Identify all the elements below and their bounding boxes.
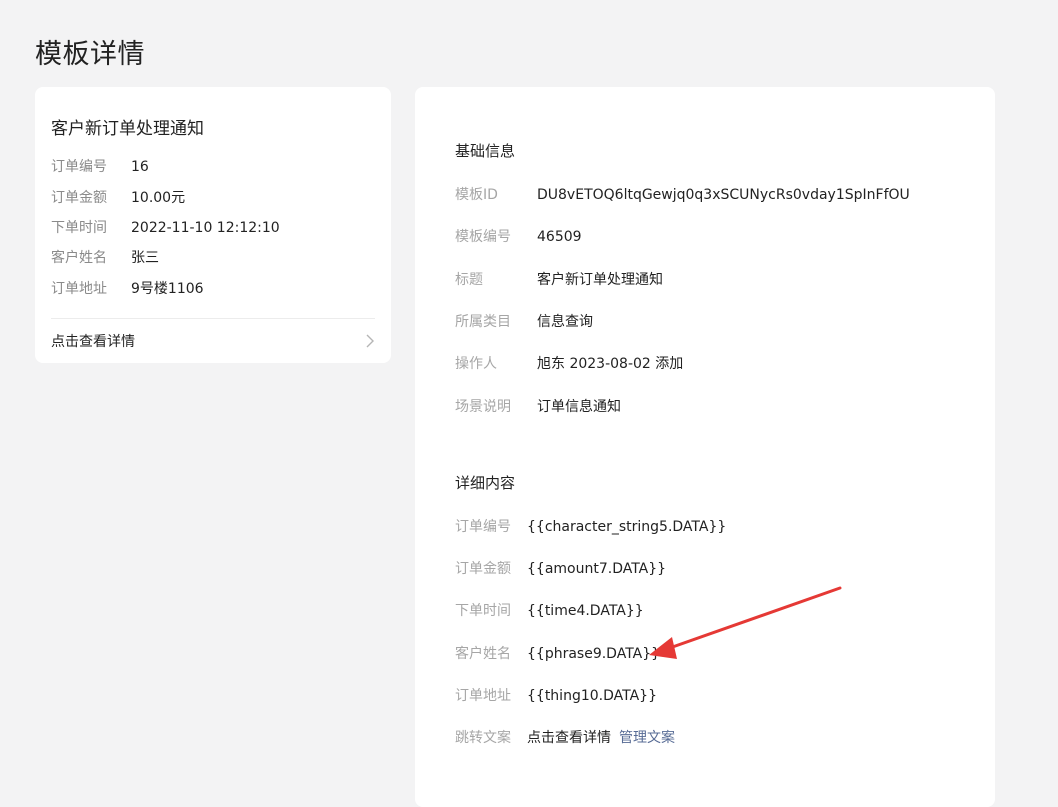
content-label: 订单地址 — [455, 688, 511, 704]
info-value: 客户新订单处理通知 — [537, 272, 663, 288]
preview-row-value: 2022-11-10 12:12:10 — [131, 220, 280, 236]
preview-row: 客户姓名 张三 — [51, 247, 159, 267]
info-row-template-number: 模板编号 46509 — [455, 226, 582, 246]
content-label: 订单编号 — [455, 519, 511, 535]
info-label: 标题 — [455, 272, 483, 288]
info-value: 订单信息通知 — [537, 399, 621, 415]
content-value: 点击查看详情 — [527, 730, 611, 746]
content-row: 订单金额 {{amount7.DATA}} — [455, 558, 666, 578]
info-row-scenario: 场景说明 订单信息通知 — [455, 396, 621, 416]
preview-row: 订单编号 16 — [51, 156, 149, 176]
content-value: {{thing10.DATA}} — [527, 688, 657, 704]
info-value: 46509 — [537, 229, 582, 245]
content-row: 客户姓名 {{phrase9.DATA}} — [455, 643, 660, 663]
preview-row-label: 客户姓名 — [51, 250, 107, 266]
preview-divider — [51, 318, 375, 319]
detail-content-heading: 详细内容 — [455, 474, 516, 492]
preview-row-label: 订单地址 — [51, 281, 107, 297]
message-preview-card: 客户新订单处理通知 订单编号 16 订单金额 10.00元 下单时间 2022-11-… — [35, 87, 391, 363]
info-label: 模板编号 — [455, 229, 511, 245]
content-label: 订单金额 — [455, 561, 511, 577]
basic-info-heading: 基础信息 — [455, 142, 516, 160]
info-value: 信息查询 — [537, 314, 593, 330]
preview-row: 下单时间 2022-11-10 12:12:10 — [51, 217, 280, 237]
preview-row-label: 订单金额 — [51, 190, 107, 206]
info-label: 所属类目 — [455, 314, 511, 330]
page-title: 模板详情 — [35, 39, 145, 70]
info-label: 场景说明 — [455, 399, 511, 415]
content-label: 客户姓名 — [455, 646, 511, 662]
preview-row-label: 下单时间 — [51, 220, 107, 236]
preview-row: 订单金额 10.00元 — [51, 187, 185, 207]
content-label: 跳转文案 — [455, 730, 511, 746]
preview-title: 客户新订单处理通知 — [51, 119, 204, 139]
info-row-operator: 操作人 旭东 2023-08-02 添加 — [455, 353, 683, 373]
preview-row-value: 9号楼1106 — [131, 281, 204, 297]
content-row: 下单时间 {{time4.DATA}} — [455, 600, 644, 620]
preview-row-value: 16 — [131, 159, 149, 175]
info-label: 操作人 — [455, 356, 497, 372]
preview-row-value: 张三 — [131, 250, 159, 266]
content-row: 订单地址 {{thing10.DATA}} — [455, 685, 657, 705]
info-row-template-id: 模板ID DU8vETOQ6ltqGewjq0q3xSCUNycRs0vday1S… — [455, 184, 910, 204]
content-value: {{character_string5.DATA}} — [527, 519, 727, 535]
content-row: 订单编号 {{character_string5.DATA}} — [455, 516, 726, 536]
content-label: 下单时间 — [455, 603, 511, 619]
preview-row-label: 订单编号 — [51, 159, 107, 175]
info-label: 模板ID — [455, 187, 498, 203]
info-row-category: 所属类目 信息查询 — [455, 311, 593, 331]
view-details-label: 点击查看详情 — [51, 334, 135, 350]
info-value: 旭东 2023-08-02 添加 — [537, 356, 684, 372]
view-details-link[interactable]: 点击查看详情 — [51, 331, 375, 353]
annotation-arrow-icon — [649, 586, 842, 659]
info-value: DU8vETOQ6ltqGewjq0q3xSCUNycRs0vday1SpInF… — [537, 187, 910, 203]
content-value: {{time4.DATA}} — [527, 603, 644, 619]
info-row-title: 标题 客户新订单处理通知 — [455, 269, 663, 289]
preview-row-value: 10.00元 — [131, 190, 186, 206]
chevron-right-icon — [366, 334, 374, 348]
manage-text-link[interactable]: 管理文案 — [619, 730, 675, 746]
preview-row: 订单地址 9号楼1106 — [51, 278, 204, 298]
content-row-jump-text: 跳转文案 点击查看详情 管理文案 — [455, 727, 675, 747]
template-detail-panel: 基础信息 模板ID DU8vETOQ6ltqGewjq0q3xSCUNycRs0v… — [415, 87, 995, 807]
content-value: {{amount7.DATA}} — [527, 561, 667, 577]
